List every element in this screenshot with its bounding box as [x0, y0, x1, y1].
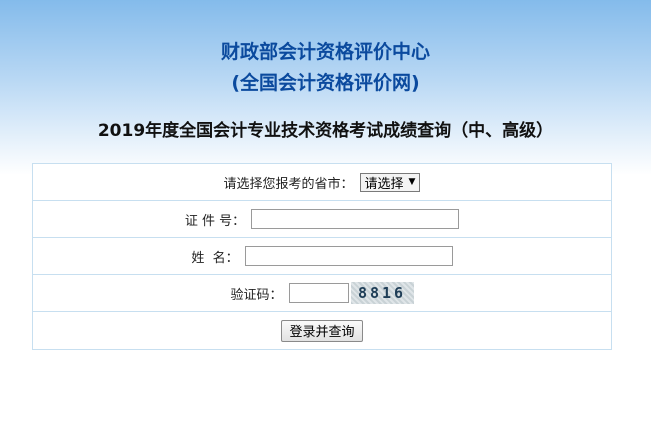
id-label: 证 件 号：: [184, 213, 246, 229]
id-row: 证 件 号：: [33, 201, 611, 238]
org-name: 财政部会计资格评价中心: [220, 41, 430, 63]
province-select[interactable]: 请选择 ▼: [359, 172, 421, 192]
captcha-label: 验证码：: [230, 287, 283, 303]
org-subtitle: (全国会计资格评价网): [231, 72, 420, 94]
id-number-input[interactable]: [251, 209, 460, 229]
captcha-row: 验证码： 8816: [33, 275, 611, 312]
captcha-image[interactable]: 8816: [350, 282, 414, 304]
province-selected-value: 请选择: [364, 176, 404, 192]
name-row: 姓 名：: [33, 238, 611, 275]
name-label: 姓 名：: [191, 250, 239, 266]
submit-row: 登录并查询: [33, 312, 611, 349]
page-title: 2019年度全国会计专业技术资格考试成绩查询（中、高级）: [97, 121, 554, 141]
name-input[interactable]: [244, 246, 453, 266]
province-row: 请选择您报考的省市： 请选择 ▼: [33, 164, 611, 201]
login-query-button[interactable]: 登录并查询: [281, 319, 363, 342]
province-label: 请选择您报考的省市：: [223, 176, 354, 192]
dropdown-arrow-icon: ▼: [408, 177, 416, 187]
captcha-input[interactable]: [288, 283, 349, 303]
page: 财政部会计资格评价中心 (全国会计资格评价网) 2019年度全国会计专业技术资格…: [0, 0, 651, 423]
query-form: 请选择您报考的省市： 请选择 ▼ 证 件 号： 姓 名： 验证码： 8816 登…: [32, 163, 612, 350]
